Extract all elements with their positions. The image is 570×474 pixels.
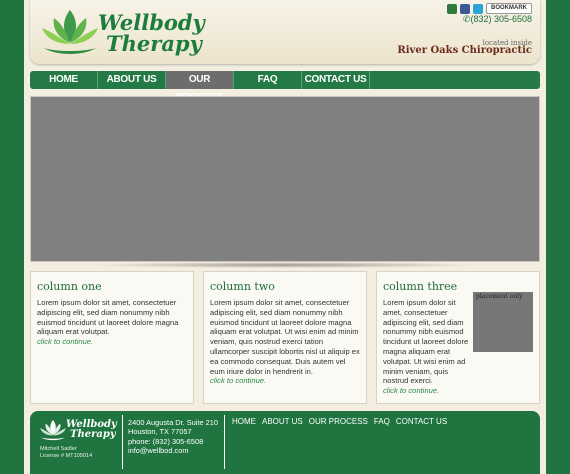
footer-address: 2400 Augusta Dr. Suite 210 Houston, TX 7… — [128, 418, 218, 456]
footer-logo[interactable]: Wellbody Therapy Mitchell Sadler License… — [36, 416, 120, 471]
main-nav: HOME ABOUT US OUR PROCESS FAQ CONTACT US — [30, 71, 540, 103]
continue-link[interactable]: click to continue. — [37, 337, 187, 346]
column-body: Lorem ipsum dolor sit amet, consectetuer… — [383, 298, 469, 386]
nav-home[interactable]: HOME — [30, 71, 98, 89]
twitter-icon[interactable] — [473, 3, 483, 14]
lotus-logo-icon — [42, 10, 98, 54]
footer-email[interactable]: info@wellbod.com — [128, 446, 218, 455]
hero-banner — [30, 96, 540, 262]
footer-link-faq[interactable]: FAQ — [374, 417, 390, 426]
continue-link[interactable]: click to continue. — [210, 376, 360, 385]
mail-icon[interactable] — [447, 3, 457, 14]
footer-links: HOME ABOUT US OUR PROCESS FAQ CONTACT US — [232, 417, 447, 426]
footer-link-about-us[interactable]: ABOUT US — [262, 417, 303, 426]
placeholder-image: placement only — [473, 292, 533, 352]
partner-name: River Oaks Chiropractic — [397, 45, 532, 56]
header: Wellbody Therapy BOOKMARK ✆(832) 305-650… — [30, 0, 540, 64]
footer-link-our-process[interactable]: OUR PROCESS — [309, 417, 368, 426]
column-two: column two Lorem ipsum dolor sit amet, c… — [203, 271, 367, 404]
footer-logo-line2: Therapy — [70, 429, 116, 440]
continue-link[interactable]: click to continue. — [383, 386, 533, 395]
logo-text-line2: Therapy — [106, 31, 202, 56]
column-body: Lorem ipsum dolor sit amet, consectetuer… — [210, 298, 360, 376]
nav-about-us[interactable]: ABOUT US — [98, 71, 166, 89]
footer-link-home[interactable]: HOME — [232, 417, 256, 426]
footer-person: Mitchell Sadler License # MT105014 — [40, 446, 92, 460]
share-icons: BOOKMARK — [447, 3, 532, 14]
nav-contact-us[interactable]: CONTACT US — [302, 71, 370, 89]
therapist-name: Mitchell Sadler — [40, 446, 77, 452]
footer-link-contact-us[interactable]: CONTACT US — [396, 417, 447, 426]
column-one: column one Lorem ipsum dolor sit amet, c… — [30, 271, 194, 404]
header-phone: ✆(832) 305-6508 — [463, 14, 532, 25]
facebook-icon[interactable] — [460, 3, 470, 14]
lotus-logo-icon — [40, 419, 66, 441]
page: Wellbody Therapy BOOKMARK ✆(832) 305-650… — [24, 0, 546, 474]
hero-shadow — [84, 262, 484, 268]
license-number: License # MT105014 — [40, 453, 93, 459]
footer-phone: phone: (832) 305-6508 — [128, 436, 204, 446]
column-title: column two — [210, 280, 275, 293]
footer-divider — [224, 415, 225, 469]
address-line1: 2400 Augusta Dr. Suite 210 — [128, 418, 218, 427]
address-line2: Houston, TX 77057 — [128, 427, 192, 437]
column-title: column one — [37, 280, 102, 293]
footer-divider — [122, 415, 123, 469]
nav-our-process[interactable]: OUR PROCESS — [166, 71, 234, 103]
nav-faq[interactable]: FAQ — [234, 71, 302, 89]
column-three: column three Lorem ipsum dolor sit amet,… — [376, 271, 540, 404]
column-body: Lorem ipsum dolor sit amet, consectetuer… — [37, 298, 179, 337]
footer: Wellbody Therapy Mitchell Sadler License… — [30, 411, 540, 474]
site-logo[interactable]: Wellbody Therapy — [38, 6, 205, 58]
header-phone-number: (832) 305-6508 — [470, 14, 532, 24]
bookmark-button[interactable]: BOOKMARK — [486, 3, 532, 14]
